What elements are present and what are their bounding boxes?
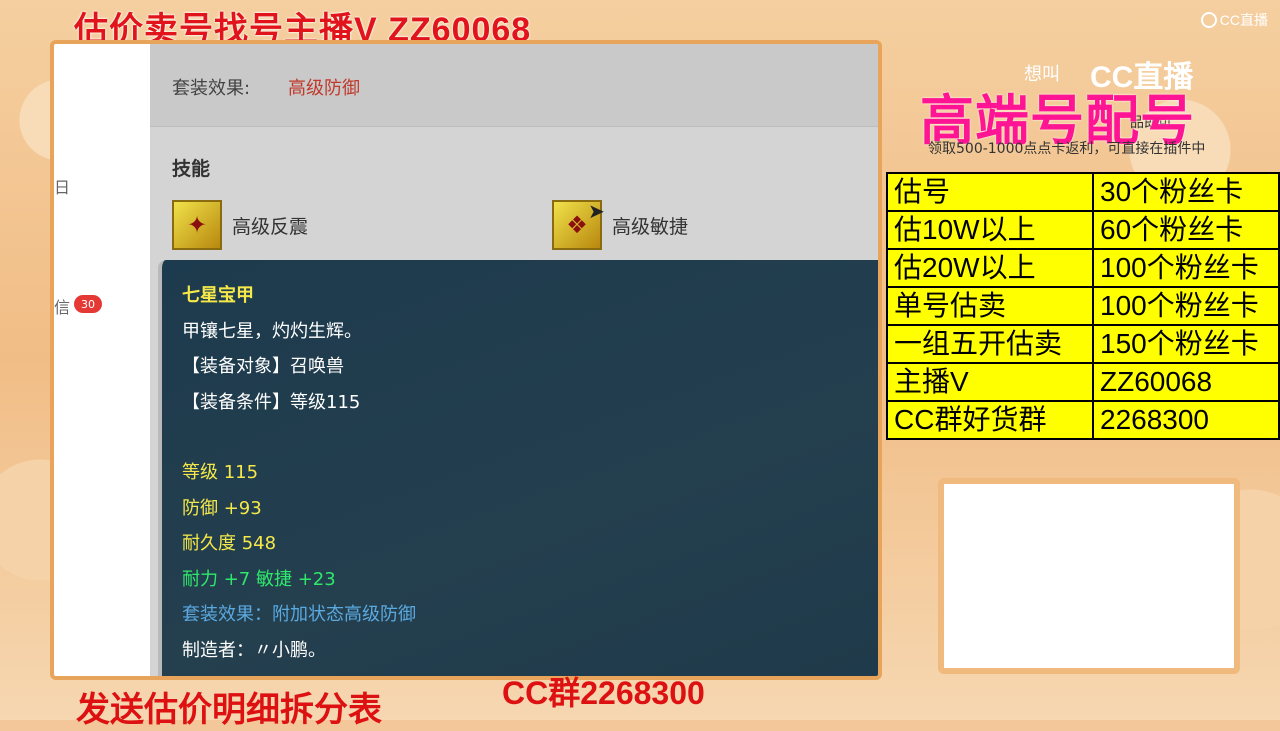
table-row: 估10W以上 60个粉丝卡 — [886, 210, 1280, 250]
side-list: 日 信 30 — [54, 44, 150, 676]
set-effect-row: 套装效果: 高级防御 — [150, 44, 878, 127]
table-row: 估号 30个粉丝卡 — [886, 172, 1280, 212]
skills-title: 技能 — [172, 158, 211, 180]
item-set-effect: 套装效果：附加状态高级防御 — [182, 604, 416, 625]
table-cell-value: 2268300 — [1092, 400, 1280, 440]
cc-logo-text: CC直播 — [1219, 12, 1268, 28]
table-row: 单号估卖 100个粉丝卡 — [886, 286, 1280, 326]
item-defense: 防御 +93 — [182, 497, 262, 519]
cc-logo-icon — [1200, 12, 1217, 28]
table-row: CC群好货群 2268300 — [886, 400, 1280, 440]
table-cell-value: 150个粉丝卡 — [1092, 324, 1280, 364]
item-bonus-stats: 耐力 +7 敏捷 +23 — [182, 568, 336, 590]
promo-text: 领取500-1000点点卡返利，可直接在插件中 — [928, 141, 1206, 157]
item-detail-panel: 套装效果: 高级防御 技能 ✦ 高级反震 ❖ 高级敏捷 ➤ 七星宝甲 甲镶七星，… — [150, 44, 878, 676]
table-row: 估20W以上 100个粉丝卡 — [886, 248, 1280, 288]
item-tooltip: 七星宝甲 甲镶七星，灼灼生辉。 【装备对象】召唤兽 【装备条件】等级115 等级… — [158, 260, 878, 676]
table-cell-key: CC群好货群 — [886, 400, 1094, 440]
table-cell-value: 100个粉丝卡 — [1092, 286, 1280, 326]
table-cell-key: 单号估卖 — [886, 286, 1094, 326]
table-cell-key: 估号 — [886, 172, 1094, 212]
side-list-item[interactable]: 信 — [54, 294, 70, 318]
equip-condition: 【装备条件】等级115 — [182, 391, 361, 413]
item-name: 七星宝甲 — [182, 285, 254, 306]
skill-item[interactable]: ❖ 高级敏捷 — [552, 200, 688, 250]
skill-name: 高级反震 — [232, 215, 309, 238]
price-table: 估号 30个粉丝卡 估10W以上 60个粉丝卡 估20W以上 100个粉丝卡 单… — [886, 172, 1280, 440]
skill-name: 高级敏捷 — [612, 215, 689, 238]
unread-badge: 30 — [74, 295, 102, 313]
side-list-item[interactable]: 日 — [54, 174, 70, 198]
table-cell-key: 主播V — [886, 362, 1094, 402]
item-description: 甲镶七星，灼灼生辉。 — [182, 320, 362, 342]
table-cell-key: 估10W以上 — [886, 210, 1094, 250]
webcam-box — [938, 478, 1240, 674]
mouse-cursor-icon: ➤ — [588, 199, 605, 223]
item-durability: 耐久度 548 — [182, 533, 277, 554]
game-window: 日 信 30 套装效果: 高级防御 技能 ✦ 高级反震 ❖ 高级敏捷 ➤ 七星宝… — [50, 40, 882, 680]
table-cell-value: 100个粉丝卡 — [1092, 248, 1280, 288]
item-maker: 制造者：〃小鹏。 — [182, 639, 326, 661]
table-row: 一组五开估卖 150个粉丝卡 — [886, 324, 1280, 364]
table-cell-value: ZZ60068 — [1092, 362, 1280, 402]
table-cell-value: 30个粉丝卡 — [1092, 172, 1280, 212]
skill-icon: ✦ — [172, 200, 222, 250]
skill-item[interactable]: ✦ 高级反震 — [172, 200, 308, 250]
table-cell-key: 一组五开估卖 — [886, 324, 1094, 364]
stream-bottom-left-text: 发送估价明细拆分表 — [76, 691, 382, 729]
table-row: 主播V ZZ60068 — [886, 362, 1280, 402]
equip-target: 【装备对象】召唤兽 — [182, 356, 344, 377]
set-effect-label: 套装效果: — [172, 78, 251, 99]
item-level: 等级 115 — [182, 462, 259, 483]
table-cell-key: 估20W以上 — [886, 248, 1094, 288]
set-effect-value: 高级防御 — [288, 78, 360, 99]
table-cell-value: 60个粉丝卡 — [1092, 210, 1280, 250]
stream-bottom-mid-text: CC群2268300 — [502, 675, 705, 711]
cc-logo: CC直播 — [1200, 10, 1268, 30]
